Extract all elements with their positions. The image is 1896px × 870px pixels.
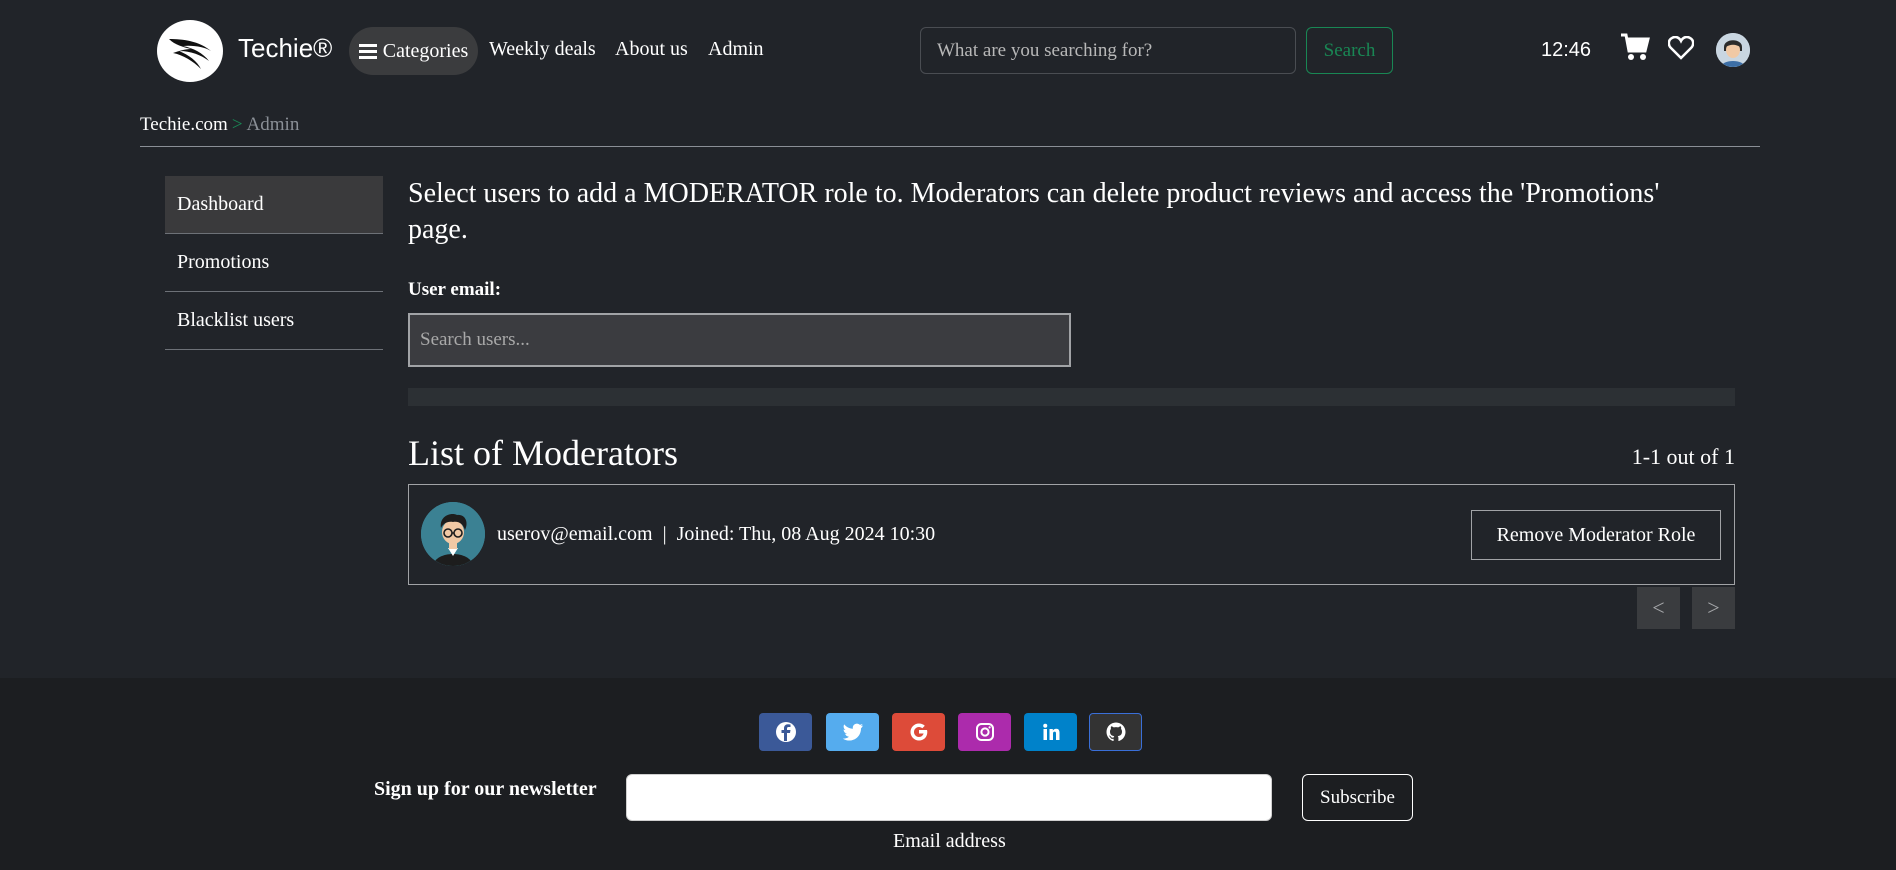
categories-label: Categories: [382, 39, 469, 62]
breadcrumb: Techie.com > Admin: [140, 114, 299, 136]
sidebar-item-promotions[interactable]: Promotions: [165, 234, 383, 292]
search-button[interactable]: Search: [1306, 27, 1393, 74]
moderator-info: userov@email.com | Joined: Thu, 08 Aug 2…: [497, 523, 935, 546]
linkedin-icon[interactable]: [1024, 713, 1077, 751]
brand-name[interactable]: Techie®: [238, 33, 332, 64]
facebook-icon[interactable]: [759, 713, 812, 751]
newsletter-email-input[interactable]: [626, 774, 1272, 821]
cart-icon[interactable]: [1620, 33, 1650, 66]
person-avatar-icon: [1716, 33, 1750, 67]
instagram-icon[interactable]: [958, 713, 1011, 751]
list-title: List of Moderators: [408, 433, 678, 473]
sidebar-item-blacklist-users[interactable]: Blacklist users: [165, 292, 383, 350]
heart-icon[interactable]: [1667, 35, 1695, 65]
nav-about-us[interactable]: About us: [615, 38, 688, 61]
sidebar-item-dashboard[interactable]: Dashboard: [165, 176, 383, 234]
moderator-joined: Joined: Thu, 08 Aug 2024 10:30: [676, 523, 936, 545]
moderator-row: userov@email.com | Joined: Thu, 08 Aug 2…: [408, 484, 1735, 585]
google-icon[interactable]: [892, 713, 945, 751]
hamburger-icon: [358, 44, 377, 59]
newsletter-label: Sign up for our newsletter: [374, 778, 597, 800]
breadcrumb-separator: >: [231, 114, 243, 135]
main-content: Select users to add a MODERATOR role to.…: [408, 176, 1735, 629]
moderator-avatar: [421, 502, 485, 566]
subscribe-button[interactable]: Subscribe: [1302, 774, 1413, 821]
clock: 12:46: [1541, 39, 1592, 61]
logo[interactable]: [157, 20, 223, 82]
remove-moderator-role-button[interactable]: Remove Moderator Role: [1471, 510, 1721, 560]
search-input[interactable]: [920, 27, 1296, 74]
admin-sidebar: Dashboard Promotions Blacklist users: [165, 176, 383, 350]
user-avatar[interactable]: [1716, 33, 1750, 67]
search-results-area: [408, 388, 1735, 406]
breadcrumb-home[interactable]: Techie.com: [140, 114, 228, 135]
next-page-button[interactable]: >: [1692, 587, 1735, 629]
moderator-email: userov@email.com: [497, 523, 653, 545]
nav-admin[interactable]: Admin: [708, 38, 764, 61]
user-email-label: User email:: [408, 279, 502, 300]
twitter-icon[interactable]: [826, 713, 879, 751]
nav-weekly-deals[interactable]: Weekly deals: [489, 38, 596, 61]
list-count: 1-1 out of 1: [1631, 444, 1735, 469]
page-description: Select users to add a MODERATOR role to.…: [408, 178, 1660, 245]
footer: Sign up for our newsletter Subscribe Ema…: [0, 678, 1896, 870]
prev-page-button[interactable]: <: [1637, 587, 1680, 629]
user-search-input[interactable]: [408, 313, 1071, 367]
info-separator: |: [662, 523, 667, 545]
email-caption: Email address: [893, 830, 1006, 852]
divider: [140, 146, 1760, 147]
categories-button[interactable]: Categories: [349, 27, 478, 75]
github-icon[interactable]: [1089, 713, 1142, 751]
wing-logo-icon: [169, 39, 211, 69]
breadcrumb-current: Admin: [246, 114, 300, 135]
person-avatar-icon: [421, 502, 485, 566]
